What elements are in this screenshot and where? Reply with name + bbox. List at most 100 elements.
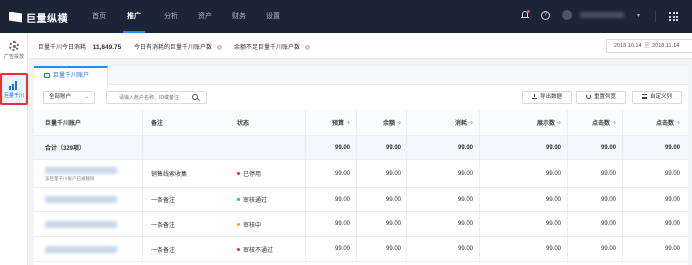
summary-bar: 巨量千川今日消耗 11,849.75 今日有消耗的巨量千川账户数 ? 余额不足巨… bbox=[28, 33, 692, 59]
reset-label: 重置列宽 bbox=[593, 94, 616, 100]
col-status: 状态 bbox=[237, 121, 250, 127]
col-budget[interactable]: 预算 bbox=[305, 110, 350, 135]
clicks-2: 99.00 bbox=[664, 246, 680, 252]
total-label: 合计（329项） bbox=[45, 146, 86, 152]
table-row[interactable]: 一条备注 审核通过 99.00 99.00 99.00 99.00 99.00 … bbox=[34, 188, 688, 212]
sidebar: 广告投放 巨量千川 bbox=[0, 33, 28, 265]
nav-assets[interactable]: 资产 bbox=[194, 0, 216, 33]
chevron-down-icon: ⌄ bbox=[84, 94, 89, 100]
date-end: 2018.11.14 bbox=[652, 43, 680, 49]
col-impressions[interactable]: 展示数 bbox=[479, 110, 561, 135]
status-dot bbox=[237, 247, 240, 251]
gear-icon bbox=[9, 41, 19, 51]
status-dot bbox=[237, 222, 240, 226]
status-dot bbox=[237, 172, 240, 175]
tab-bar: 巨量千川账户 bbox=[34, 66, 688, 86]
account-name-blurred[interactable] bbox=[45, 237, 117, 261]
today-spend-label: 巨量千川今日消耗 bbox=[38, 45, 87, 51]
total-clicks-2: 99.00 bbox=[664, 144, 680, 151]
avatar[interactable] bbox=[562, 10, 572, 20]
question-icon[interactable]: ? bbox=[304, 44, 310, 50]
remark: 一条备注 bbox=[151, 198, 176, 204]
search-icon[interactable] bbox=[192, 94, 198, 100]
sort-icon bbox=[676, 120, 680, 125]
low-balance-accounts: 余额不足巨量千川账户数 ? bbox=[234, 42, 310, 51]
account-name-blurred[interactable] bbox=[580, 12, 624, 18]
total-row: 合计（329项） 99.00 99.00 99.00 99.00 99.00 9… bbox=[34, 136, 688, 160]
chevron-down-icon[interactable]: ▾ bbox=[637, 12, 640, 19]
col-clicks[interactable]: 点击数 bbox=[567, 110, 616, 135]
col-clicks-2[interactable]: 点击数 bbox=[622, 110, 680, 135]
total-budget: 99.00 bbox=[334, 144, 350, 151]
filter-value: 全部账户 bbox=[49, 94, 72, 100]
today-spend-value: 11,849.75 bbox=[92, 44, 122, 51]
table-row[interactable]: 该巨量千川账户已被删除 销售线索收集 已停用 99.00 99.00 99.00… bbox=[34, 160, 688, 188]
status: 已停用 bbox=[237, 160, 261, 187]
date-range-picker[interactable]: 2018.10.14 至 2018.11.14 bbox=[606, 39, 692, 53]
spend: 99.00 bbox=[457, 246, 473, 252]
nav-promotion[interactable]: 推广 bbox=[123, 0, 145, 33]
date-start: 2018.10.14 bbox=[614, 43, 642, 49]
question-icon[interactable]: ? bbox=[216, 44, 222, 50]
nav-home[interactable]: 首页 bbox=[88, 0, 110, 33]
refresh-icon bbox=[585, 94, 591, 99]
clicks: 99.00 bbox=[600, 221, 616, 227]
sidebar-item-ad-delivery[interactable]: 广告投放 bbox=[0, 41, 28, 69]
help-icon[interactable]: ? bbox=[541, 11, 550, 20]
status: 审核通过 bbox=[237, 188, 267, 211]
table-row[interactable]: 一条备注 审核中 99.00 99.00 99.00 99.00 99.00 9… bbox=[34, 212, 688, 237]
clicks: 99.00 bbox=[600, 246, 616, 252]
impressions: 99.00 bbox=[545, 170, 561, 177]
col-balance[interactable]: 余额 bbox=[356, 110, 401, 135]
custom-columns-button[interactable]: 自定义列 bbox=[632, 91, 682, 104]
account-name-blurred[interactable] bbox=[45, 188, 117, 211]
nav-settings[interactable]: 设置 bbox=[262, 0, 284, 33]
spend: 99.00 bbox=[457, 170, 473, 177]
low-balance-label: 余额不足巨量千川账户数 bbox=[234, 45, 301, 51]
app-grid-icon[interactable] bbox=[669, 12, 678, 21]
brand-name: 巨量纵横 bbox=[26, 13, 68, 25]
export-data-button[interactable]: 导出数据 bbox=[522, 91, 572, 104]
col-spend[interactable]: 消耗 bbox=[406, 110, 473, 135]
status: 审核中 bbox=[237, 212, 261, 236]
clicks-2: 99.00 bbox=[664, 170, 680, 177]
date-separator: 至 bbox=[644, 43, 650, 49]
balance: 99.00 bbox=[385, 170, 401, 177]
budget: 99.00 bbox=[334, 221, 350, 227]
nav-finance[interactable]: 财务 bbox=[228, 0, 250, 33]
notification-bell-icon[interactable] bbox=[521, 10, 530, 20]
clicks-2: 99.00 bbox=[664, 221, 680, 227]
account-name-blurred[interactable] bbox=[45, 212, 117, 236]
account-filter-select[interactable]: 全部账户 ⌄ bbox=[43, 91, 95, 104]
budget: 99.00 bbox=[334, 196, 350, 203]
today-spend: 巨量千川今日消耗 11,849.75 bbox=[38, 42, 121, 51]
spend: 99.00 bbox=[457, 221, 473, 227]
budget: 99.00 bbox=[334, 246, 350, 252]
account-sub-note: 该巨量千川账户已被删除 bbox=[45, 176, 95, 181]
main-panel: 巨量千川账户 全部账户 ⌄ 导出数据 重置列宽 自定义列 巨量千川账户 备注 状… bbox=[34, 66, 688, 265]
balance: 99.00 bbox=[385, 246, 401, 252]
remark: 销售线索收集 bbox=[151, 172, 188, 178]
columns-label: 自定义列 bbox=[649, 94, 672, 100]
brand-logo-mark bbox=[9, 11, 22, 23]
total-balance: 99.00 bbox=[385, 144, 401, 151]
spend: 99.00 bbox=[457, 196, 473, 203]
col-remark: 备注 bbox=[151, 121, 164, 127]
budget-accounts: 今日有消耗的巨量千川账户数 ? bbox=[134, 42, 222, 51]
col-account: 巨量千川账户 bbox=[45, 121, 82, 127]
status: 审核不通过 bbox=[237, 237, 273, 261]
account-name-blurred[interactable] bbox=[45, 160, 117, 187]
status-dot bbox=[237, 198, 240, 201]
total-impressions: 99.00 bbox=[545, 144, 561, 151]
tab-qianchuan-accounts[interactable]: 巨量千川账户 bbox=[34, 66, 108, 86]
account-icon bbox=[44, 73, 50, 78]
download-icon bbox=[531, 94, 537, 99]
sort-icon bbox=[346, 120, 350, 125]
clicks: 99.00 bbox=[600, 170, 616, 177]
total-spend: 99.00 bbox=[457, 144, 473, 151]
impressions: 99.00 bbox=[545, 221, 561, 227]
brand-logo[interactable]: 巨量纵横 bbox=[9, 9, 68, 25]
reset-columns-button[interactable]: 重置列宽 bbox=[576, 91, 626, 104]
table-row[interactable]: 一条备注 审核不通过 99.00 99.00 99.00 99.00 99.00… bbox=[34, 237, 688, 262]
nav-analysis[interactable]: 分析 bbox=[160, 0, 182, 33]
